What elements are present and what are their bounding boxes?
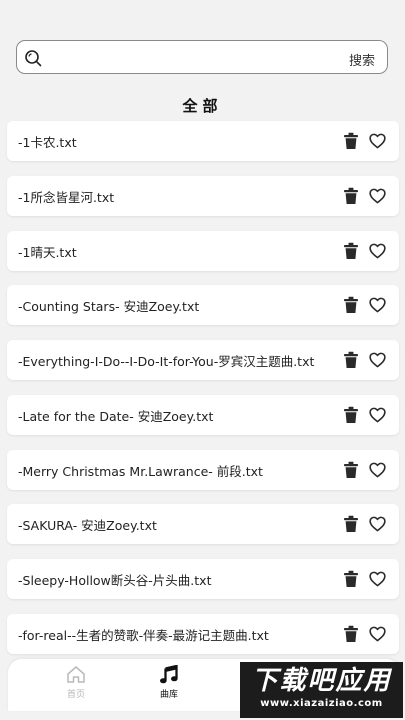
file-list-item[interactable]: -Counting Stars- 安迪Zoey.txt [7,285,399,326]
section-title: 全部 [182,97,223,115]
watermark-title: 下载吧应用 [251,666,392,696]
file-list-item[interactable]: -for-real--生者的赞歌-伴奏-最游记主题曲.txt [7,613,399,654]
file-name: -1卡农.txt [18,135,77,150]
file-name: -for-real--生者的赞歌-伴奏-最游记主题曲.txt [18,627,269,643]
trash-icon[interactable] [343,570,359,588]
file-list-item[interactable]: -SAKURA- 安迪Zoey.txt [7,504,399,545]
trash-icon[interactable] [343,132,359,150]
nav-home-label: 首页 [66,690,85,700]
watermark-logo: 下载吧应用 www.xiazaiziao.com [240,662,403,718]
file-name: -Everything-I-Do--I-Do-It-for-You-罗宾汉主题曲… [18,354,315,369]
heart-icon[interactable] [369,571,386,587]
nav-library-label: 曲库 [159,690,178,700]
search-button[interactable]: 搜索 [349,50,375,69]
file-list-item[interactable]: -1卡农.txt [7,121,399,161]
search-input[interactable] [51,47,345,71]
file-list-item[interactable]: -1晴天.txt [7,230,399,271]
heart-icon[interactable] [369,243,386,259]
trash-icon[interactable] [343,351,359,369]
heart-icon[interactable] [369,133,386,149]
file-list-item[interactable]: -Everything-I-Do--I-Do-It-for-You-罗宾汉主题曲… [7,340,399,380]
trash-icon[interactable] [343,296,359,314]
heart-icon[interactable] [369,188,386,204]
trash-icon[interactable] [343,187,359,205]
file-list-item[interactable]: -Sleepy-Hollow断头谷-片头曲.txt [7,559,399,599]
file-list-item[interactable]: -Late for the Date- 安迪Zoey.txt [7,394,399,435]
nav-home[interactable]: 首页 [46,665,106,700]
heart-icon[interactable] [369,297,386,313]
heart-icon[interactable] [369,352,386,368]
search-icon [25,50,42,67]
trash-icon[interactable] [343,515,359,533]
trash-icon[interactable] [343,406,359,424]
file-name: -SAKURA- 安迪Zoey.txt [18,518,157,534]
file-name: -1晴天.txt [18,244,77,260]
trash-icon[interactable] [343,461,359,479]
heart-icon[interactable] [369,626,386,642]
file-list: -1卡农.txt -1所念皆星河.txt -1晴天.txt -Counting … [7,121,399,669]
file-name: -Late for the Date- 安迪Zoey.txt [18,408,214,424]
file-list-item[interactable]: -Merry Christmas Mr.Lawrance- 前段.txt [7,449,399,490]
watermark-url: www.xiazaiziao.com [260,698,383,709]
trash-icon[interactable] [343,242,359,260]
heart-icon[interactable] [369,462,386,478]
file-name: -Merry Christmas Mr.Lawrance- 前段.txt [18,463,263,479]
file-list-item[interactable]: -1所念皆星河.txt [7,175,399,216]
home-icon [67,666,85,683]
trash-icon[interactable] [343,625,359,643]
nav-library[interactable]: 曲库 [139,665,199,700]
file-name: -Sleepy-Hollow断头谷-片头曲.txt [18,573,212,588]
heart-icon[interactable] [369,516,386,532]
heart-icon[interactable] [369,407,386,423]
file-name: -1所念皆星河.txt [18,189,115,205]
file-name: -Counting Stars- 安迪Zoey.txt [18,299,200,315]
music-note-icon [160,665,178,684]
search-bar: 搜索 [16,40,388,74]
